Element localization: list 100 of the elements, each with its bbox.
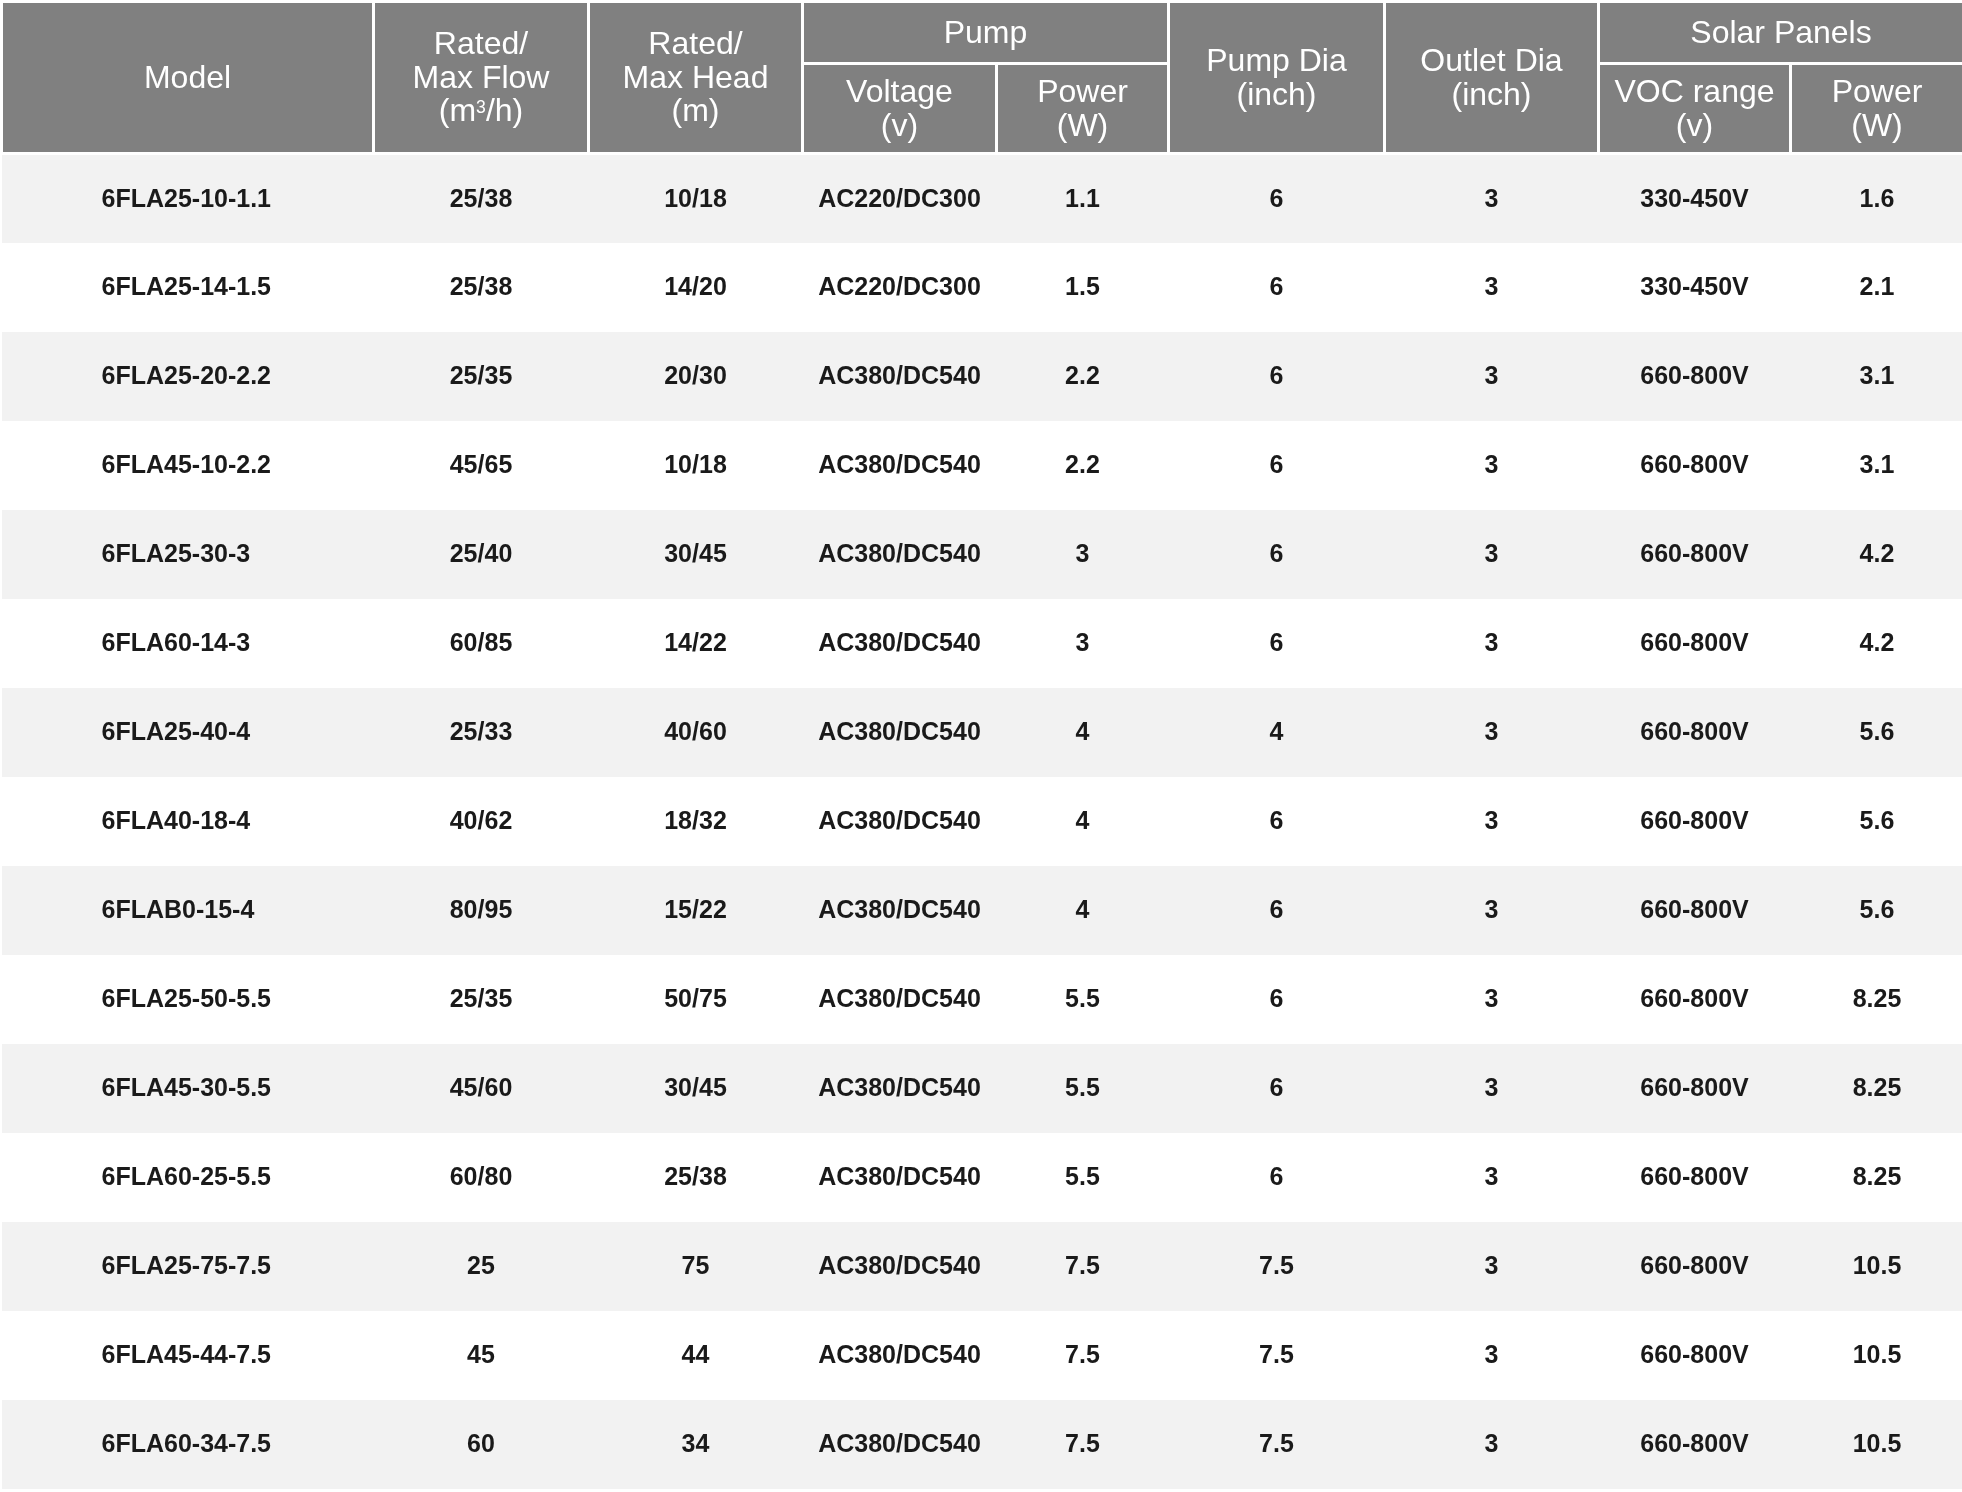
column-header: Pump Dia (inch) — [1168, 1, 1385, 154]
table-cell: 6 — [1269, 984, 1284, 1013]
table-cell: 660-800V — [1640, 1251, 1749, 1280]
table-cell: 60/85 — [449, 628, 513, 657]
table-cell: 3 — [1484, 539, 1499, 568]
table-cell: 10.5 — [1852, 1340, 1902, 1369]
table-cell: 3 — [1484, 895, 1499, 924]
table-cell: 8.25 — [1852, 1073, 1902, 1102]
table-cell: 6 — [1269, 1162, 1284, 1191]
table-cell: 34 — [681, 1429, 710, 1458]
table-cell: 1.6 — [1859, 184, 1895, 212]
table-cell: AC380/DC540 — [818, 1340, 981, 1369]
table-cell: 3 — [1484, 628, 1499, 657]
table-cell: 6FLA60-34-7.5 — [101, 1429, 272, 1458]
table-cell: 6 — [1269, 539, 1284, 568]
table-cell: 10/18 — [664, 450, 727, 479]
table-cell: 3.1 — [1859, 361, 1895, 390]
table-cell: 8.25 — [1852, 984, 1902, 1013]
table-cell: 14/20 — [664, 272, 727, 301]
column-header: Power (W) — [996, 63, 1169, 154]
table-cell: 25/35 — [449, 361, 513, 390]
table-cell: 660-800V — [1640, 895, 1749, 924]
table-cell: 45/65 — [449, 450, 513, 479]
column-header: Rated/ Max Head (m) — [588, 1, 803, 154]
table-cell: 7.5 — [1259, 1429, 1294, 1458]
table-cell: 4.2 — [1859, 628, 1895, 657]
table-cell: 25/38 — [449, 184, 513, 212]
table-cell: 3 — [1484, 1340, 1499, 1369]
table-cell: 3 — [1075, 628, 1090, 657]
column-header: VOC range (v) — [1598, 63, 1791, 154]
table-cell: 660-800V — [1640, 984, 1749, 1013]
table-cell: 7.5 — [1259, 1340, 1294, 1369]
table-cell: 25/35 — [449, 984, 513, 1013]
table-cell: 4 — [1075, 895, 1090, 924]
table-cell: AC380/DC540 — [818, 1073, 981, 1102]
table-cell: 660-800V — [1640, 450, 1749, 479]
table-cell: 40/62 — [449, 806, 513, 835]
table-cell: 1.1 — [1065, 184, 1100, 212]
table-cell: 15/22 — [664, 895, 727, 924]
table-cell: 330-450V — [1640, 272, 1749, 301]
table-cell: 25/38 — [664, 1162, 727, 1191]
table-cell: 14/22 — [664, 628, 727, 657]
column-header: Solar Panels — [1598, 1, 1962, 64]
table-cell: 3 — [1484, 450, 1499, 479]
table-cell: 4.2 — [1859, 539, 1895, 568]
table-cell: 6FLA25-20-2.2 — [101, 361, 272, 390]
table-cell: 1.5 — [1065, 272, 1100, 301]
table-cell: 7.5 — [1259, 1251, 1294, 1280]
table-cell: 30/45 — [664, 539, 727, 568]
table-cell: 6 — [1269, 1073, 1284, 1102]
table-cell: 2.2 — [1065, 450, 1100, 479]
table-cell: 18/32 — [664, 806, 727, 835]
table-cell: 7.5 — [1065, 1429, 1100, 1458]
table-cell: AC380/DC540 — [818, 806, 981, 835]
table-cell: 6FLA60-25-5.5 — [101, 1162, 272, 1191]
table-cell: 6FLA25-14-1.5 — [101, 272, 272, 301]
table-cell: 75 — [681, 1251, 710, 1280]
table-cell: 6 — [1269, 184, 1284, 212]
column-header: Power (W) — [1790, 63, 1962, 154]
table-cell: 25/40 — [449, 539, 513, 568]
table-cell: 660-800V — [1640, 1340, 1749, 1369]
table-cell: 4 — [1075, 717, 1090, 746]
table-cell: 3 — [1484, 717, 1499, 746]
table-cell: 80/95 — [449, 895, 513, 924]
table-cell: 7.5 — [1065, 1251, 1100, 1280]
table-cell: 6 — [1269, 628, 1284, 657]
table-cell: 6FLA40-18-4 — [101, 806, 251, 835]
table-cell: 6FLA60-14-3 — [101, 628, 251, 657]
table-cell: 6FLA25-30-3 — [101, 539, 251, 568]
table-cell: 60/80 — [449, 1162, 513, 1191]
table-cell: 660-800V — [1640, 628, 1749, 657]
table-cell: 45 — [467, 1340, 495, 1369]
table-cell: 30/45 — [664, 1073, 727, 1102]
table-cell: 660-800V — [1640, 806, 1749, 835]
table-cell: 20/30 — [664, 361, 727, 390]
table-cell: 2.2 — [1065, 361, 1100, 390]
table-cell: 25/38 — [449, 272, 513, 301]
table-cell: AC220/DC300 — [818, 184, 981, 212]
table-cell: 6 — [1269, 806, 1284, 835]
table-cell: 10/18 — [664, 184, 727, 212]
table-cell: 5.5 — [1065, 1162, 1100, 1191]
table-cell: 3 — [1075, 539, 1090, 568]
column-header: Model — [1, 1, 374, 154]
table-cell: 6FLA25-75-7.5 — [101, 1251, 272, 1280]
table-cell: 3 — [1484, 184, 1499, 212]
table-cell: 3 — [1484, 1073, 1499, 1102]
table-cell: AC380/DC540 — [818, 1162, 981, 1191]
table-cell: 660-800V — [1640, 539, 1749, 568]
table-cell: 5.6 — [1859, 717, 1895, 746]
table-cell: 25 — [467, 1251, 495, 1280]
table-cell: 6 — [1269, 895, 1284, 924]
table-cell: 5.5 — [1065, 984, 1100, 1013]
table-cell: 6FLA25-50-5.5 — [101, 984, 272, 1013]
table-cell: 7.5 — [1065, 1340, 1100, 1369]
table-cell: 50/75 — [664, 984, 727, 1013]
table-cell: 6FLA25-10-1.1 — [101, 184, 272, 212]
column-header: Rated/ Max Flow (m$^{3}$/h) — [373, 1, 589, 154]
table-cell: 8.25 — [1852, 1162, 1902, 1191]
column-header: Pump — [802, 1, 1169, 64]
table-cell: 3 — [1484, 1162, 1499, 1191]
